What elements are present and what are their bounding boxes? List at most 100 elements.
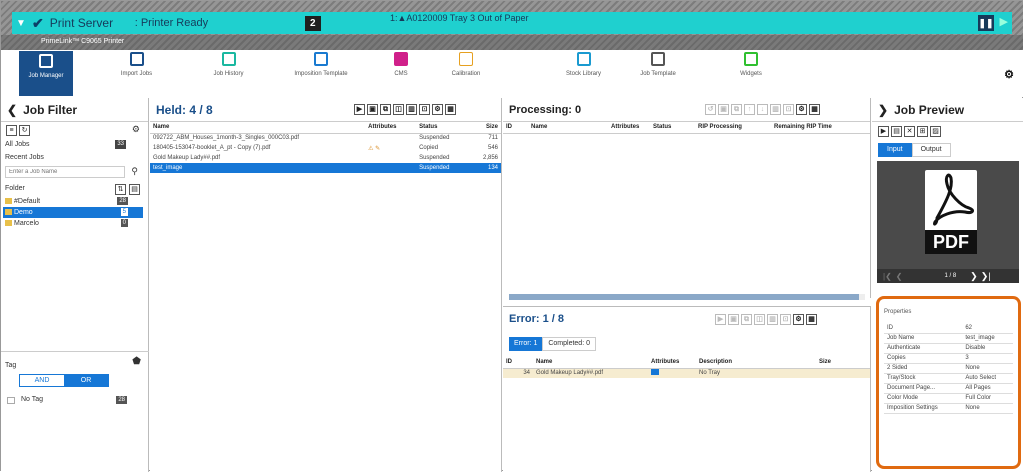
chevron-down-icon[interactable]: ▼	[12, 18, 30, 29]
print-icon[interactable]: ▶	[354, 104, 365, 115]
widgets-button[interactable]: Widgets	[731, 52, 771, 77]
job-history-button[interactable]: Job History	[206, 52, 251, 77]
stock-library-button[interactable]: Stock Library	[556, 52, 611, 77]
next-page-icon[interactable]: ❯	[970, 271, 978, 282]
property-row: Authenticate Disable	[884, 343, 1013, 354]
col-attributes[interactable]: Attributes	[608, 122, 650, 134]
cms-button[interactable]: CMS	[386, 52, 416, 77]
image-icon[interactable]: ▨	[930, 126, 941, 137]
col-name[interactable]: Name	[528, 122, 608, 134]
no-tag-row[interactable]: No Tag 28	[1, 393, 149, 407]
play-icon[interactable]: ▶	[878, 126, 889, 137]
copy-icon[interactable]: ⧉	[380, 104, 391, 115]
delete-icon[interactable]: ▥	[767, 313, 778, 325]
tab-completed[interactable]: Completed: 0	[542, 337, 596, 351]
move-icon[interactable]: ◫	[393, 104, 404, 115]
col-id[interactable]: ID	[503, 357, 533, 369]
close-icon[interactable]: ✕	[904, 126, 915, 137]
col-name[interactable]: Name	[533, 357, 648, 369]
import-jobs-button[interactable]: Import Jobs	[114, 52, 159, 77]
sort-icon[interactable]: ⇅	[115, 184, 126, 195]
calibration-button[interactable]: Calibration	[441, 52, 491, 77]
edit-icon[interactable]: ▣	[718, 104, 729, 115]
tag-logic-toggle: AND OR	[19, 374, 109, 387]
edit-icon[interactable]: ▣	[728, 313, 739, 325]
error-toolbar: ▶ ▣ ⧉ ◫ ▥ ⊡ ⚙ ▦	[715, 313, 817, 325]
horizontal-scrollbar[interactable]	[509, 294, 865, 300]
edit-icon[interactable]: ▣	[367, 104, 378, 115]
columns-icon[interactable]: ▦	[445, 104, 456, 115]
columns-icon[interactable]: ▦	[809, 104, 820, 115]
table-row[interactable]: Gold Makeup Lady##.pdf Suspended 2,856	[150, 153, 501, 163]
or-toggle[interactable]: OR	[64, 375, 108, 386]
prev-page-icon[interactable]: ❮	[896, 272, 903, 281]
table-row[interactable]: test_image Suspended 134	[150, 163, 501, 173]
and-toggle[interactable]: AND	[20, 375, 64, 386]
print-icon[interactable]: ▶	[715, 313, 726, 325]
col-size[interactable]: Size	[816, 357, 870, 369]
preview-icon[interactable]: ⊡	[780, 313, 791, 325]
adjust-icon[interactable]: ⊞	[917, 126, 928, 137]
settings-icon[interactable]: ⚙	[132, 124, 140, 135]
col-rip[interactable]: RIP Processing	[695, 122, 771, 134]
tag-icon[interactable]: ⬟	[132, 356, 141, 367]
copy-icon[interactable]: ⧉	[741, 313, 752, 325]
folder-item[interactable]: Demo 5	[3, 207, 143, 218]
filter-icon[interactable]: ▤	[129, 184, 140, 195]
checkbox[interactable]	[7, 397, 15, 404]
col-size[interactable]: Size	[472, 122, 501, 134]
col-id[interactable]: ID	[503, 122, 528, 134]
table-row[interactable]: 180405-153047-booklet_A_pt - Copy (7).pd…	[150, 143, 501, 153]
gear-icon[interactable]: ⚙	[1004, 68, 1014, 81]
tab-output[interactable]: Output	[911, 143, 951, 157]
delete-icon[interactable]: ▥	[406, 104, 417, 115]
folder-item[interactable]: Marcelo 0	[3, 218, 143, 229]
folder-item[interactable]: #Default 28	[3, 196, 143, 207]
col-description[interactable]: Description	[696, 357, 816, 369]
processing-toolbar: ↺ ▣ ⧉ ↑ ↓ ▥ ⊡ ⚙ ▦	[705, 104, 820, 115]
last-page-icon[interactable]: ❯|	[981, 271, 991, 282]
delete-icon[interactable]: ▥	[770, 104, 781, 115]
settings-icon[interactable]: ⚙	[793, 313, 804, 325]
chevron-right-icon[interactable]: ❯	[878, 103, 888, 117]
table-row[interactable]: 092722_ABM_Houses_1month-3_Singles_000C0…	[150, 133, 501, 143]
imposition-template-button[interactable]: Imposition Template	[281, 52, 361, 77]
hold-icon[interactable]: ↺	[705, 104, 716, 115]
up-icon[interactable]: ↑	[744, 104, 755, 115]
tab-input[interactable]: Input	[878, 143, 912, 157]
col-status[interactable]: Status	[650, 122, 695, 134]
history-icon	[221, 52, 236, 66]
col-status[interactable]: Status	[416, 122, 473, 134]
refresh-icon[interactable]: ↻	[19, 125, 30, 136]
first-page-icon[interactable]: |❮	[883, 272, 892, 281]
preview-icon[interactable]: ⊡	[419, 104, 430, 115]
held-table: Name Attributes Status Size 092722_ABM_H…	[150, 122, 501, 173]
col-attributes[interactable]: Attributes	[365, 122, 417, 134]
col-remaining[interactable]: Remaining RIP Time	[771, 122, 870, 134]
search-icon[interactable]: ⚲	[131, 166, 138, 177]
columns-icon[interactable]: ▦	[806, 313, 817, 325]
folder-row: Folder ⇅ ▤	[1, 182, 148, 196]
table-row[interactable]: 34 Gold Makeup Lady##.pdf No Tray	[503, 368, 870, 378]
job-count-badge[interactable]: 2	[304, 15, 321, 31]
preview-icon[interactable]: ⊡	[783, 104, 794, 115]
list-icon[interactable]: ≡	[6, 125, 17, 136]
job-search-input[interactable]	[5, 166, 125, 178]
pause-button[interactable]: ❚❚	[978, 15, 994, 31]
settings-icon[interactable]: ⚙	[432, 104, 443, 115]
move-icon[interactable]: ◫	[754, 313, 765, 325]
job-template-button[interactable]: Job Template	[633, 52, 683, 77]
down-icon[interactable]: ↓	[757, 104, 768, 115]
scroll-thumb[interactable]	[509, 294, 859, 300]
settings-icon[interactable]: ⚙	[796, 104, 807, 115]
job-manager-button[interactable]: Job Manager	[19, 51, 73, 96]
col-attributes[interactable]: Attributes	[648, 357, 696, 369]
copy-icon[interactable]: ⧉	[731, 104, 742, 115]
chevron-left-icon[interactable]: ❮	[7, 103, 17, 117]
col-name[interactable]: Name	[150, 122, 366, 134]
alert-message[interactable]: 1:▲A0120009 Tray 3 Out of Paper	[390, 13, 529, 23]
tab-error[interactable]: Error: 1	[509, 337, 543, 351]
resume-button[interactable]: ▶	[1000, 15, 1008, 28]
all-jobs-row[interactable]: All Jobs 33	[1, 138, 148, 152]
fit-icon[interactable]: ▤	[891, 126, 902, 137]
